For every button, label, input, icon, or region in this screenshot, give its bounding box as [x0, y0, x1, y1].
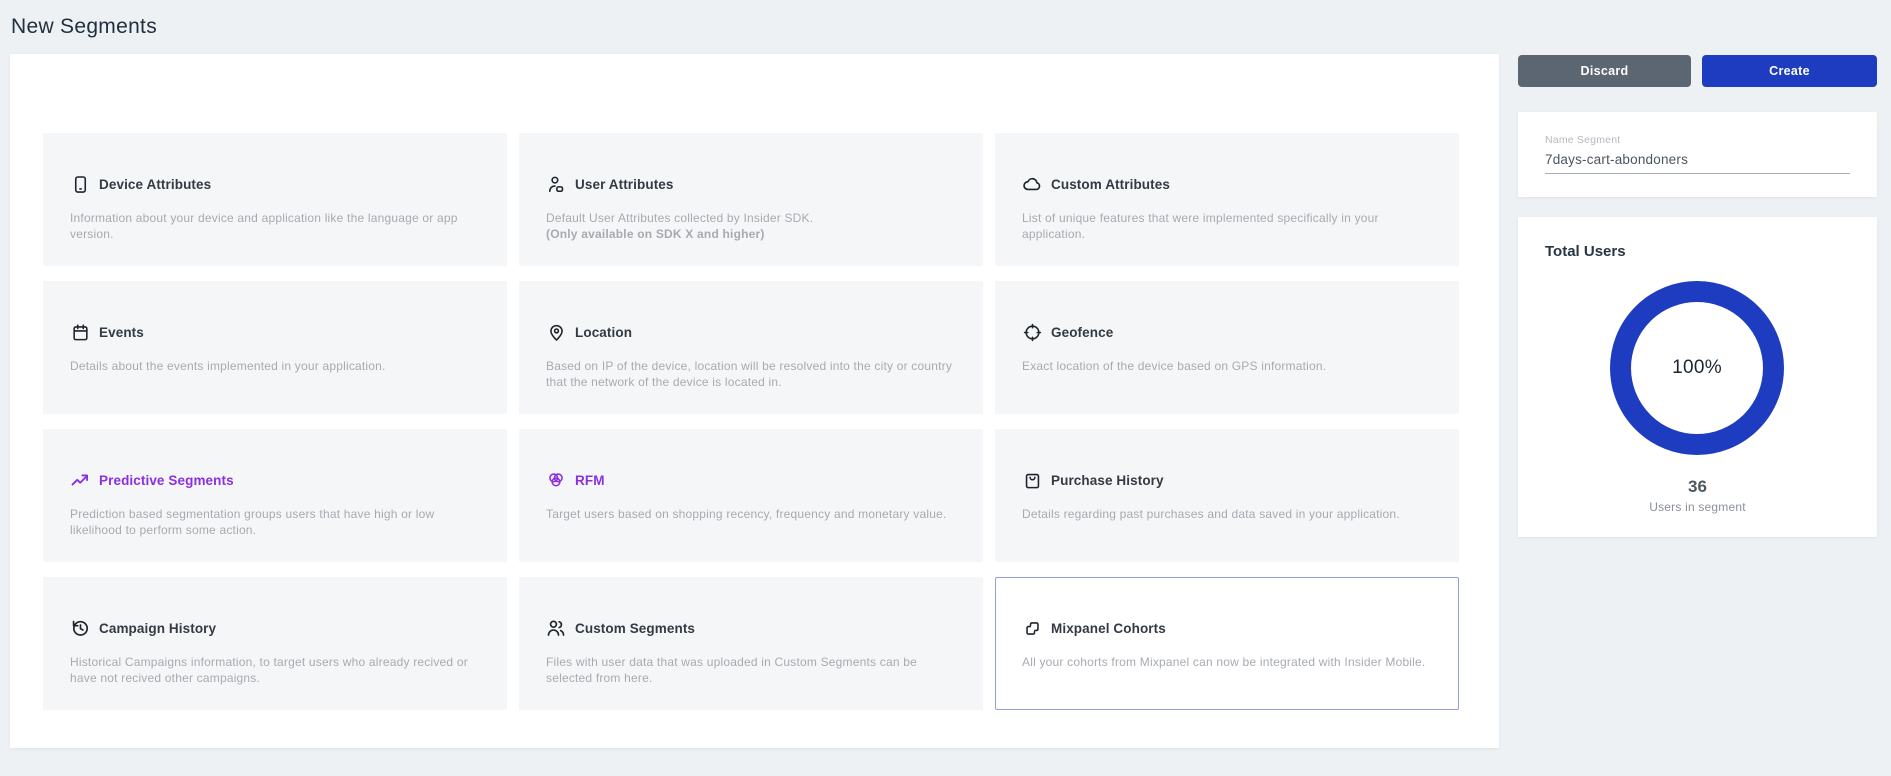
- users-count-caption: Users in segment: [1518, 500, 1877, 514]
- category-title: Events: [99, 325, 144, 340]
- category-card-user-attributes[interactable]: User Attributes Default User Attributes …: [519, 133, 983, 266]
- page-title: New Segments: [11, 15, 157, 39]
- category-card-campaign-history[interactable]: Campaign History Historical Campaigns in…: [43, 577, 507, 710]
- category-title: Location: [575, 325, 632, 340]
- category-title: User Attributes: [575, 177, 674, 192]
- category-card-predictive-segments[interactable]: Predictive Segments Prediction based seg…: [43, 429, 507, 562]
- integration-link-icon: [1022, 618, 1042, 638]
- map-pin-icon: [546, 322, 566, 342]
- category-card-events[interactable]: Events Details about the events implemen…: [43, 281, 507, 414]
- category-description: Based on IP of the device, location will…: [546, 358, 958, 390]
- users-group-icon: [546, 618, 566, 638]
- total-users-heading: Total Users: [1545, 243, 1626, 260]
- category-description: Target users based on shopping recency, …: [546, 506, 958, 522]
- users-count: 36: [1518, 477, 1877, 497]
- geofence-target-icon: [1022, 322, 1042, 342]
- total-users-percent: 100%: [1597, 268, 1797, 468]
- category-card-custom-segments[interactable]: Custom Segments Files with user data tha…: [519, 577, 983, 710]
- category-description: Default User Attributes collected by Ins…: [546, 210, 958, 226]
- category-cards-grid: Device Attributes Information about your…: [43, 133, 1459, 710]
- category-card-geofence[interactable]: Geofence Exact location of the device ba…: [995, 281, 1459, 414]
- user-badge-icon: [546, 174, 566, 194]
- total-users-card: Total Users 100% 36 Users in segment: [1518, 217, 1877, 537]
- category-description: All your cohorts from Mixpanel can now b…: [1022, 654, 1434, 670]
- history-clock-icon: [70, 618, 90, 638]
- category-title: Campaign History: [99, 621, 216, 636]
- trending-up-icon: [70, 470, 90, 490]
- category-description: Information about your device and applic…: [70, 210, 482, 242]
- category-card-purchase-history[interactable]: Purchase History Details regarding past …: [995, 429, 1459, 562]
- category-description-note: (Only available on SDK X and higher): [546, 226, 958, 242]
- cloud-icon: [1022, 174, 1042, 194]
- category-card-location[interactable]: Location Based on IP of the device, loca…: [519, 281, 983, 414]
- category-title: Custom Attributes: [1051, 177, 1170, 192]
- create-button[interactable]: Create: [1702, 55, 1877, 87]
- category-title: Purchase History: [1051, 473, 1164, 488]
- category-title: RFM: [575, 473, 605, 488]
- category-title: Device Attributes: [99, 177, 211, 192]
- segment-category-panel: Choose a category before creating a new …: [10, 54, 1499, 748]
- category-description: Files with user data that was uploaded i…: [546, 654, 958, 686]
- category-title: Custom Segments: [575, 621, 695, 636]
- category-title: Mixpanel Cohorts: [1051, 621, 1166, 636]
- device-icon: [70, 174, 90, 194]
- category-title: Geofence: [1051, 325, 1113, 340]
- category-card-mixpanel-cohorts[interactable]: Mixpanel Cohorts All your cohorts from M…: [995, 577, 1459, 710]
- category-description: Details regarding past purchases and dat…: [1022, 506, 1434, 522]
- category-card-rfm[interactable]: RFM Target users based on shopping recen…: [519, 429, 983, 562]
- name-segment-input[interactable]: [1545, 152, 1850, 174]
- category-description: List of unique features that were implem…: [1022, 210, 1434, 242]
- total-users-donut: 100%: [1597, 268, 1797, 468]
- shopping-bag-icon: [1022, 470, 1042, 490]
- category-card-device-attributes[interactable]: Device Attributes Information about your…: [43, 133, 507, 266]
- name-segment-card: Name Segment: [1518, 112, 1877, 197]
- category-description: Historical Campaigns information, to tar…: [70, 654, 482, 686]
- calendar-icon: [70, 322, 90, 342]
- venn-circles-icon: [546, 470, 566, 490]
- discard-button[interactable]: Discard: [1518, 55, 1691, 87]
- category-description: Exact location of the device based on GP…: [1022, 358, 1434, 374]
- category-title: Predictive Segments: [99, 473, 234, 488]
- category-card-custom-attributes[interactable]: Custom Attributes List of unique feature…: [995, 133, 1459, 266]
- category-description: Details about the events implemented in …: [70, 358, 482, 374]
- category-description: Prediction based segmentation groups use…: [70, 506, 482, 538]
- name-segment-label: Name Segment: [1545, 134, 1850, 146]
